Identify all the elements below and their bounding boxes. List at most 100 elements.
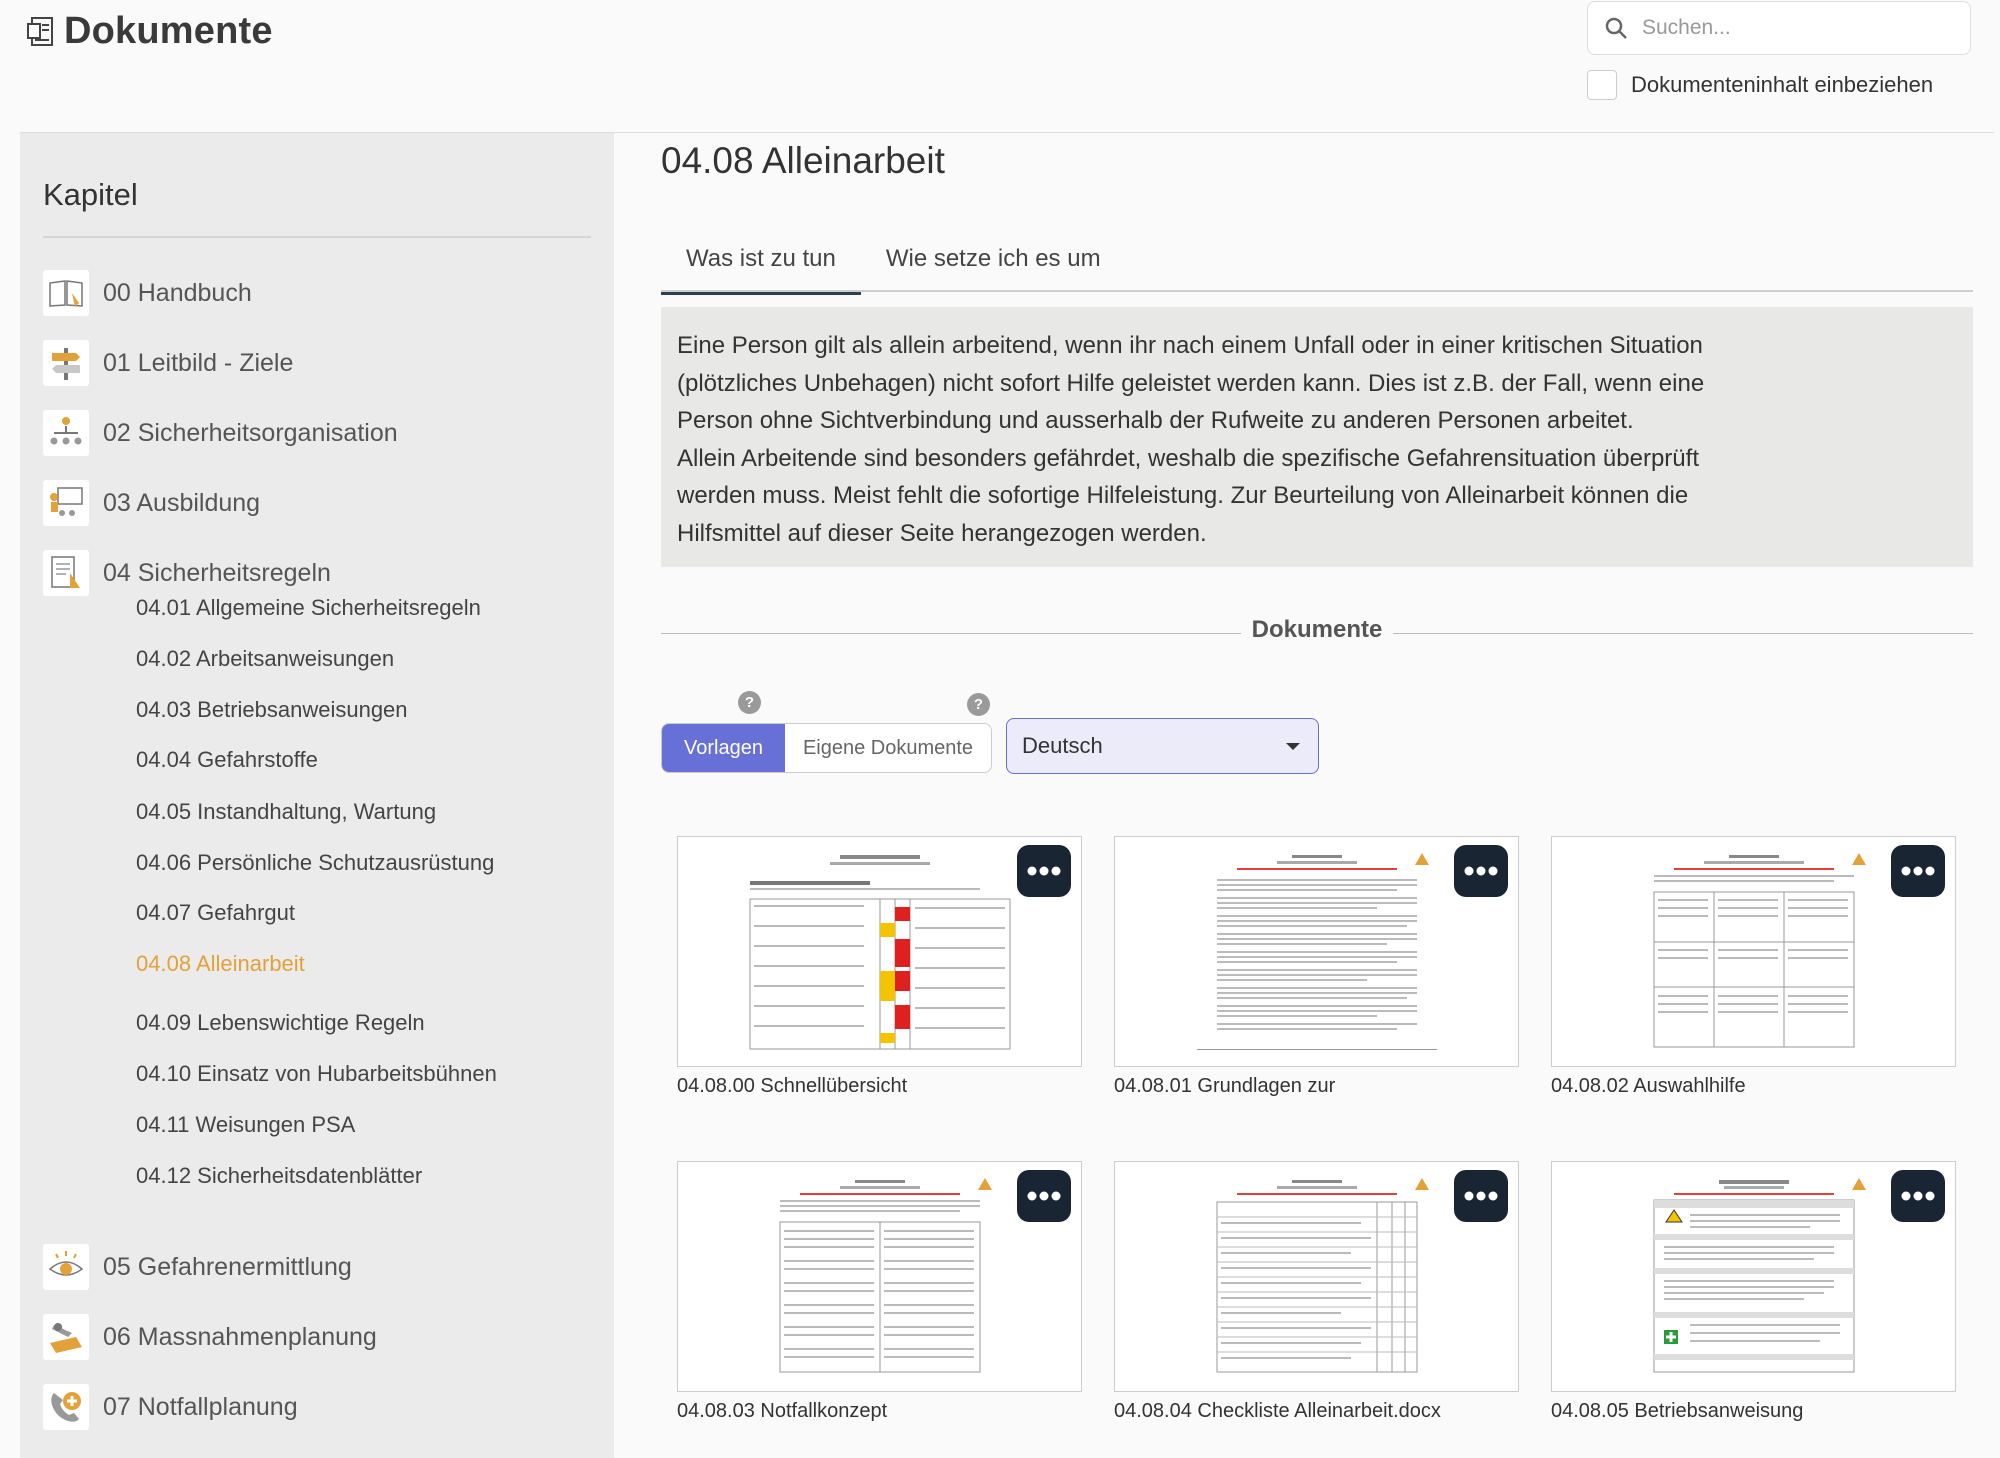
own-documents-tab[interactable]: Eigene Dokumente xyxy=(785,724,991,772)
documents-section-heading: Dokumente xyxy=(661,616,1973,646)
more-dots-icon xyxy=(1464,1191,1498,1201)
more-dots-icon xyxy=(1464,866,1498,876)
planning-icon xyxy=(43,1314,89,1360)
language-select-value: Deutsch xyxy=(1022,733,1103,758)
document-thumbnail[interactable] xyxy=(1551,836,1956,1067)
page-heading: Dokumente xyxy=(64,10,273,52)
document-card[interactable]: 04.08.05 Betriebsanweisung xyxy=(1551,1161,1956,1423)
document-card[interactable]: 04.08.01 Grundlagen zur xyxy=(1114,836,1519,1098)
document-thumbnail[interactable] xyxy=(1551,1161,1956,1392)
page-title: 04.08 Alleinarbeit xyxy=(661,140,945,181)
document-icon xyxy=(27,16,53,46)
document-thumbnail[interactable] xyxy=(1114,1161,1519,1392)
sidebar-item-sicherheitsregeln[interactable]: 04 Sicherheitsregeln xyxy=(43,549,331,597)
sidebar-subitem-sicherheitsdatenblaetter[interactable]: 04.12 Sicherheitsdatenblätter xyxy=(136,1163,422,1189)
document-preview-image xyxy=(739,1172,1020,1385)
document-preview-image xyxy=(1613,1172,1894,1385)
document-card[interactable]: 04.08.00 Schnellübersicht xyxy=(677,836,1082,1098)
document-caption[interactable]: 04.08.01 Grundlagen zur xyxy=(1114,1075,1519,1098)
org-chart-icon xyxy=(43,410,89,456)
book-icon xyxy=(43,270,89,316)
sidebar-item-leitbild[interactable]: 01 Leitbild - Ziele xyxy=(43,339,293,387)
more-options-button[interactable] xyxy=(1891,845,1945,897)
language-select[interactable]: Deutsch xyxy=(1006,718,1319,774)
more-dots-icon xyxy=(1027,1191,1061,1201)
sidebar-subitem-hubarbeitsbuehnen[interactable]: 04.10 Einsatz von Hubarbeitsbühnen xyxy=(136,1061,497,1087)
tab-was-ist-zu-tun[interactable]: Was ist zu tun xyxy=(661,235,861,295)
heading-line-right xyxy=(1393,633,1973,634)
sidebar-subitem-allgemeine-sicherheitsregeln[interactable]: 04.01 Allgemeine Sicherheitsregeln xyxy=(136,595,481,621)
sidebar-item-label: 06 Massnahmenplanung xyxy=(103,1322,377,1351)
emergency-phone-icon xyxy=(43,1384,89,1430)
document-caption[interactable]: 04.08.00 Schnellübersicht xyxy=(677,1075,1082,1098)
presentation-icon xyxy=(43,480,89,526)
sidebar-subitem-psa[interactable]: 04.06 Persönliche Schutzausrüstung xyxy=(136,850,494,876)
more-options-button[interactable] xyxy=(1454,1170,1508,1222)
document-thumbnail[interactable] xyxy=(1114,836,1519,1067)
info-line: (plötzliches Unbehagen) nicht sofort Hil… xyxy=(677,369,1705,397)
document-thumbnail[interactable] xyxy=(677,1161,1082,1392)
sidebar-item-label: 03 Ausbildung xyxy=(103,488,261,517)
sidebar-item-label: 01 Leitbild - Ziele xyxy=(103,348,294,377)
sidebar-subitem-lebenswichtige-regeln[interactable]: 04.09 Lebenswichtige Regeln xyxy=(136,1010,425,1036)
include-content-option[interactable]: Dokumenteninhalt einbeziehen xyxy=(1587,70,1933,100)
more-options-button[interactable] xyxy=(1454,845,1508,897)
sidebar-item-ausbildung[interactable]: 03 Ausbildung xyxy=(43,479,260,527)
info-line: Person ohne Sichtverbindung und ausserha… xyxy=(677,407,1634,434)
more-dots-icon xyxy=(1901,866,1935,876)
sidebar-item-label: 00 Handbuch xyxy=(103,278,252,307)
include-content-checkbox[interactable] xyxy=(1587,70,1617,100)
tab-underline xyxy=(661,290,1973,292)
sidebar-subitem-instandhaltung[interactable]: 04.05 Instandhaltung, Wartung xyxy=(136,799,436,825)
document-preview-image xyxy=(1176,1172,1457,1385)
info-box: Eine Person gilt als allein arbeitend, w… xyxy=(661,307,1973,567)
search-icon xyxy=(1605,17,1627,39)
app-title: Dokumente xyxy=(26,10,273,53)
rules-document-icon xyxy=(43,550,89,596)
templates-tab[interactable]: Vorlagen xyxy=(662,724,785,772)
tab-wie-setze-ich-es-um[interactable]: Wie setze ich es um xyxy=(861,235,1126,295)
include-content-label: Dokumenteninhalt einbeziehen xyxy=(1631,72,1934,97)
document-card[interactable]: 04.08.03 Notfallkonzept xyxy=(677,1161,1082,1423)
sidebar-subitem-weisungen-psa[interactable]: 04.11 Weisungen PSA xyxy=(136,1112,355,1138)
search-box[interactable] xyxy=(1587,1,1971,55)
more-options-button[interactable] xyxy=(1017,845,1071,897)
sidebar-divider xyxy=(43,236,591,238)
document-thumbnail[interactable] xyxy=(677,836,1082,1067)
help-icon[interactable]: ? xyxy=(967,693,990,716)
sidebar-title: Kapitel xyxy=(43,177,138,212)
sidebar-item-gefahrenermittlung[interactable]: 05 Gefahrenermittlung xyxy=(43,1243,352,1291)
sidebar-subitem-gefahrgut[interactable]: 04.07 Gefahrgut xyxy=(136,900,295,926)
search-input[interactable] xyxy=(1642,16,1942,40)
sidebar-item-notfallplanung[interactable]: 07 Notfallplanung xyxy=(43,1383,298,1431)
document-card[interactable]: 04.08.02 Auswahlhilfe xyxy=(1551,836,1956,1098)
document-preview-image xyxy=(1176,847,1457,1060)
sidebar-subitem-alleinarbeit[interactable]: 04.08 Alleinarbeit xyxy=(136,951,305,977)
more-dots-icon xyxy=(1027,866,1061,876)
eye-icon xyxy=(43,1244,89,1290)
more-dots-icon xyxy=(1901,1191,1935,1201)
content-tabs: Was ist zu tun Wie setze ich es um xyxy=(661,235,1126,295)
document-caption[interactable]: 04.08.02 Auswahlhilfe xyxy=(1551,1075,1956,1098)
heading-line-left xyxy=(661,633,1241,634)
sidebar-item-label: 04 Sicherheitsregeln xyxy=(103,558,331,587)
document-caption[interactable]: 04.08.05 Betriebsanweisung xyxy=(1551,1400,1956,1423)
document-card[interactable]: 04.08.04 Checkliste Alleinarbeit.docx xyxy=(1114,1161,1519,1423)
document-caption[interactable]: 04.08.04 Checkliste Alleinarbeit.docx xyxy=(1114,1400,1519,1423)
document-preview-image xyxy=(739,847,1020,1060)
info-line: werden muss. Meist fehlt die sofortige H… xyxy=(677,482,1689,509)
info-line: Allein Arbeitende sind besonders gefährd… xyxy=(677,444,1699,472)
sidebar-item-sicherheitsorganisation[interactable]: 02 Sicherheitsorganisation xyxy=(43,409,398,457)
sidebar-subitem-arbeitsanweisungen[interactable]: 04.02 Arbeitsanweisungen xyxy=(136,646,394,672)
document-source-toggle: Vorlagen Eigene Dokumente xyxy=(661,723,992,773)
more-options-button[interactable] xyxy=(1891,1170,1945,1222)
help-icon[interactable]: ? xyxy=(738,691,761,714)
sidebar-item-massnahmenplanung[interactable]: 06 Massnahmenplanung xyxy=(43,1313,377,1361)
chevron-down-icon xyxy=(1286,742,1300,750)
sidebar-item-handbuch[interactable]: 00 Handbuch xyxy=(43,269,252,317)
more-options-button[interactable] xyxy=(1017,1170,1071,1222)
sidebar-subitem-gefahrstoffe[interactable]: 04.04 Gefahrstoffe xyxy=(136,747,318,773)
sidebar-subitem-betriebsanweisungen[interactable]: 04.03 Betriebsanweisungen xyxy=(136,697,408,723)
sidebar-item-label: 02 Sicherheitsorganisation xyxy=(103,418,398,447)
document-caption[interactable]: 04.08.03 Notfallkonzept xyxy=(677,1400,1082,1423)
